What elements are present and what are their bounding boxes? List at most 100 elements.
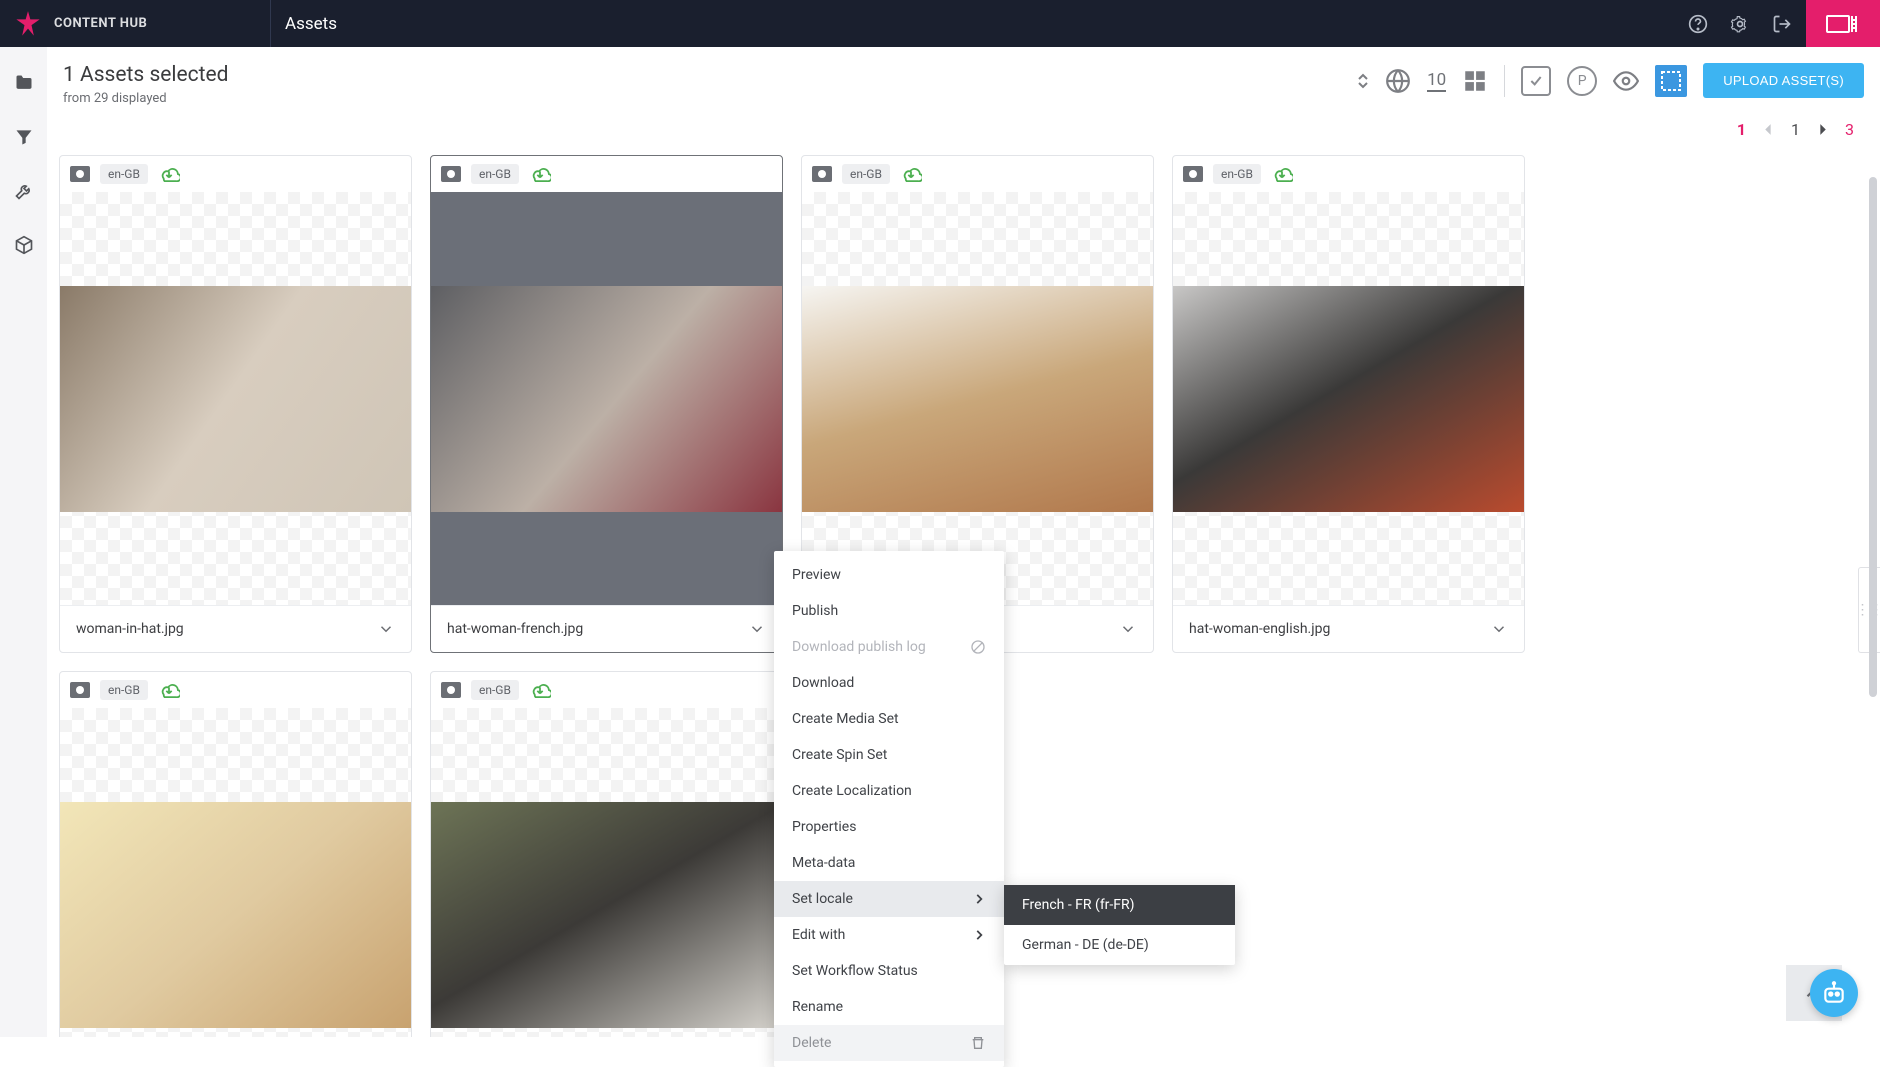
chevron-down-icon[interactable] <box>748 620 766 638</box>
context-menu-label: Properties <box>792 819 856 835</box>
chevron-down-icon[interactable] <box>1490 620 1508 638</box>
asset-tags: en-GB <box>60 672 411 708</box>
locale-badge: en-GB <box>842 164 890 184</box>
logout-icon[interactable] <box>1772 14 1792 34</box>
preview-icon[interactable] <box>1613 68 1639 94</box>
grid-view-icon[interactable] <box>1462 68 1488 94</box>
camera-icon <box>1183 166 1203 182</box>
context-menu-item[interactable]: Create Localization <box>774 773 1004 809</box>
bot-icon <box>1821 980 1847 1006</box>
scrollbar-thumb[interactable] <box>1869 177 1877 697</box>
context-menu-label: Publish <box>792 603 838 619</box>
page-prev-icon[interactable] <box>1762 123 1775 136</box>
box-icon[interactable] <box>14 235 34 255</box>
asset-card[interactable]: en-GB hat-woman-english.jpg <box>1172 155 1525 653</box>
globe-icon[interactable] <box>1385 68 1411 94</box>
context-menu-label: Meta-data <box>792 855 855 871</box>
context-menu-label: Set Workflow Status <box>792 963 918 979</box>
context-menu-item[interactable]: Preview <box>774 557 1004 593</box>
context-menu-label: Set locale <box>792 891 853 907</box>
asset-tags: en-GB <box>431 156 782 192</box>
camera-icon <box>441 166 461 182</box>
chat-fab[interactable] <box>1810 969 1858 1017</box>
submenu-item[interactable]: German - DE (de-DE) <box>1004 925 1235 965</box>
locale-badge: en-GB <box>1213 164 1261 184</box>
page-number: 1 <box>1791 120 1800 139</box>
cloud-sync-icon <box>529 682 551 698</box>
folder-icon[interactable] <box>14 73 34 93</box>
context-menu-item[interactable]: Meta-data <box>774 845 1004 881</box>
context-menu-label: Create Localization <box>792 783 912 799</box>
approve-toggle[interactable] <box>1521 66 1551 96</box>
gear-icon[interactable] <box>1730 14 1750 34</box>
asset-filename: hat-woman-english.jpg <box>1189 621 1490 637</box>
context-menu-label: Download <box>792 675 854 691</box>
items-per-page[interactable]: 10 <box>1427 70 1446 92</box>
asset-filename: hat-woman-french.jpg <box>447 621 748 637</box>
camera-icon <box>812 166 832 182</box>
context-menu-label: Download publish log <box>792 639 926 655</box>
asset-card[interactable]: en-GB woman-in-hat.jpg <box>59 155 412 653</box>
asset-footer: hat-woman-english.jpg <box>1173 605 1524 652</box>
context-menu-item[interactable]: Publish <box>774 593 1004 629</box>
locale-badge: en-GB <box>100 164 148 184</box>
selection-mode-toggle[interactable] <box>1655 65 1687 97</box>
asset-footer: hat-woman-french.jpg <box>431 605 782 652</box>
asset-card[interactable]: en-GB <box>59 671 412 1037</box>
cloud-sync-icon <box>900 166 922 182</box>
context-menu-item[interactable]: Rename <box>774 989 1004 1025</box>
toolbar: 1 Assets selected from 29 displayed 10 <box>47 47 1880 106</box>
asset-thumbnail[interactable] <box>1173 192 1524 605</box>
asset-thumbnail[interactable] <box>431 192 782 605</box>
prohibit-icon <box>970 639 986 655</box>
context-menu-label: Preview <box>792 567 841 583</box>
chevron-down-icon[interactable] <box>377 620 395 638</box>
toolbar-divider <box>1504 65 1505 97</box>
cloud-sync-icon <box>529 166 551 182</box>
page-title: Assets <box>270 0 337 47</box>
upload-button[interactable]: UPLOAD ASSET(S) <box>1703 63 1864 98</box>
context-menu-item[interactable]: Set Workflow Status <box>774 953 1004 989</box>
composer-button[interactable] <box>1806 0 1880 47</box>
context-menu-label: Create Spin Set <box>792 747 887 763</box>
context-menu-item[interactable]: Create Media Set <box>774 701 1004 737</box>
asset-card[interactable]: en-GB hat-woman-french.jpg <box>430 155 783 653</box>
chevron-right-icon <box>972 928 986 942</box>
help-icon[interactable] <box>1688 14 1708 34</box>
asset-thumbnail[interactable] <box>802 192 1153 605</box>
cloud-sync-icon <box>1271 166 1293 182</box>
context-menu-item[interactable]: Properties <box>774 809 1004 845</box>
chevron-down-icon[interactable] <box>1119 620 1137 638</box>
context-menu: Preview Publish Download publish log Downlo… <box>774 551 1004 1067</box>
context-menu-item[interactable]: Download <box>774 665 1004 701</box>
locale-badge: en-GB <box>471 680 519 700</box>
asset-thumbnail[interactable] <box>60 192 411 605</box>
main-content: 1 Assets selected from 29 displayed 10 <box>47 47 1880 1037</box>
locale-submenu: French - FR (fr-FR)German - DE (de-DE) <box>1004 885 1235 965</box>
asset-card[interactable]: en-GB <box>430 671 783 1037</box>
context-menu-item[interactable]: Set locale <box>774 881 1004 917</box>
asset-footer: woman-in-hat.jpg <box>60 605 411 652</box>
filter-icon[interactable] <box>14 127 34 147</box>
context-menu-item[interactable]: Delete <box>774 1025 1004 1061</box>
context-menu-item[interactable]: Edit with <box>774 917 1004 953</box>
camera-icon <box>70 682 90 698</box>
publish-toggle[interactable]: P <box>1567 66 1597 96</box>
asset-thumbnail[interactable] <box>431 708 782 1037</box>
page-current[interactable]: 1 <box>1737 120 1746 139</box>
submenu-item[interactable]: French - FR (fr-FR) <box>1004 885 1235 925</box>
page-next-icon[interactable] <box>1816 123 1829 136</box>
publish-letter: P <box>1578 73 1587 89</box>
composer-icon <box>1826 12 1860 36</box>
locale-badge: en-GB <box>471 164 519 184</box>
brand-area[interactable]: CONTENT HUB <box>0 10 270 38</box>
context-menu-item: Download publish log <box>774 629 1004 665</box>
page-total[interactable]: 3 <box>1845 120 1854 139</box>
selection-count: 1 Assets selected <box>63 63 1357 87</box>
asset-thumbnail[interactable] <box>60 708 411 1037</box>
context-menu-item[interactable]: Create Spin Set <box>774 737 1004 773</box>
camera-icon <box>70 166 90 182</box>
cloud-sync-icon <box>158 682 180 698</box>
tools-icon[interactable] <box>14 181 34 201</box>
sort-toggle[interactable] <box>1357 73 1369 89</box>
